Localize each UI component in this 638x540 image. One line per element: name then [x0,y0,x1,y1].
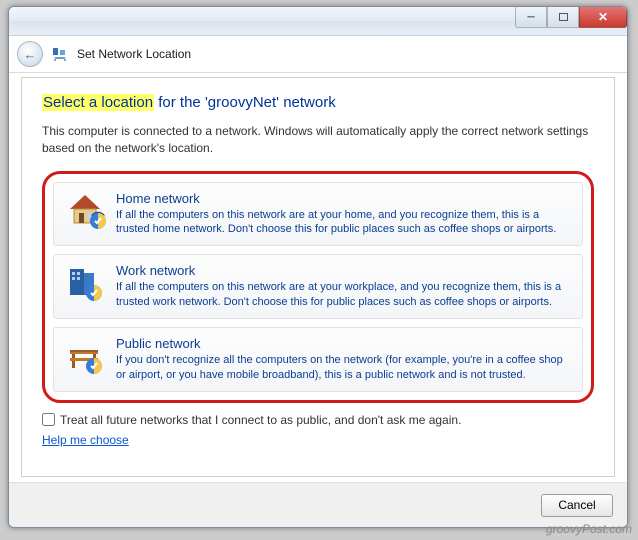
footer: Cancel [9,482,627,527]
header-title: Set Network Location [77,47,191,61]
back-button[interactable]: ← [17,41,43,67]
option-description: If you don't recognize all the computers… [116,353,572,383]
instruction-highlight: Select a location [42,94,154,111]
instruction-text: Select a location for the 'groovyNet' ne… [42,94,594,111]
close-button[interactable]: ✕ [579,7,627,28]
description-text: This computer is connected to a network.… [42,123,594,157]
help-link[interactable]: Help me choose [42,433,129,447]
maximize-button[interactable] [547,7,579,28]
option-title: Work network [116,263,572,278]
option-description: If all the computers on this network are… [116,208,572,238]
minimize-button[interactable]: ─ [515,7,547,28]
close-icon: ✕ [598,10,608,24]
treat-public-checkbox-row[interactable]: Treat all future networks that I connect… [42,413,594,427]
work-network-icon [64,263,106,305]
cancel-button[interactable]: Cancel [541,494,613,517]
treat-public-checkbox[interactable] [42,413,55,426]
network-location-icon [51,45,69,63]
option-work-network[interactable]: Work network If all the computers on thi… [53,254,583,319]
dialog-body: Select a location for the 'groovyNet' ne… [21,77,615,477]
titlebar: ─ ✕ [9,7,627,36]
dialog-window: ─ ✕ ← Set Network Location Select a loca… [8,6,628,528]
home-network-icon [64,191,106,233]
option-title: Home network [116,191,572,206]
option-home-network[interactable]: Home network If all the computers on thi… [53,182,583,247]
public-network-icon [64,336,106,378]
option-public-network[interactable]: Public network If you don't recognize al… [53,327,583,392]
maximize-icon [559,13,568,21]
minimize-icon: ─ [527,12,534,23]
arrow-left-icon: ← [24,47,37,62]
options-highlight-ring: Home network If all the computers on thi… [42,171,594,403]
option-description: If all the computers on this network are… [116,280,572,310]
treat-public-label: Treat all future networks that I connect… [60,413,461,427]
option-title: Public network [116,336,572,351]
header-bar: ← Set Network Location [9,36,627,73]
